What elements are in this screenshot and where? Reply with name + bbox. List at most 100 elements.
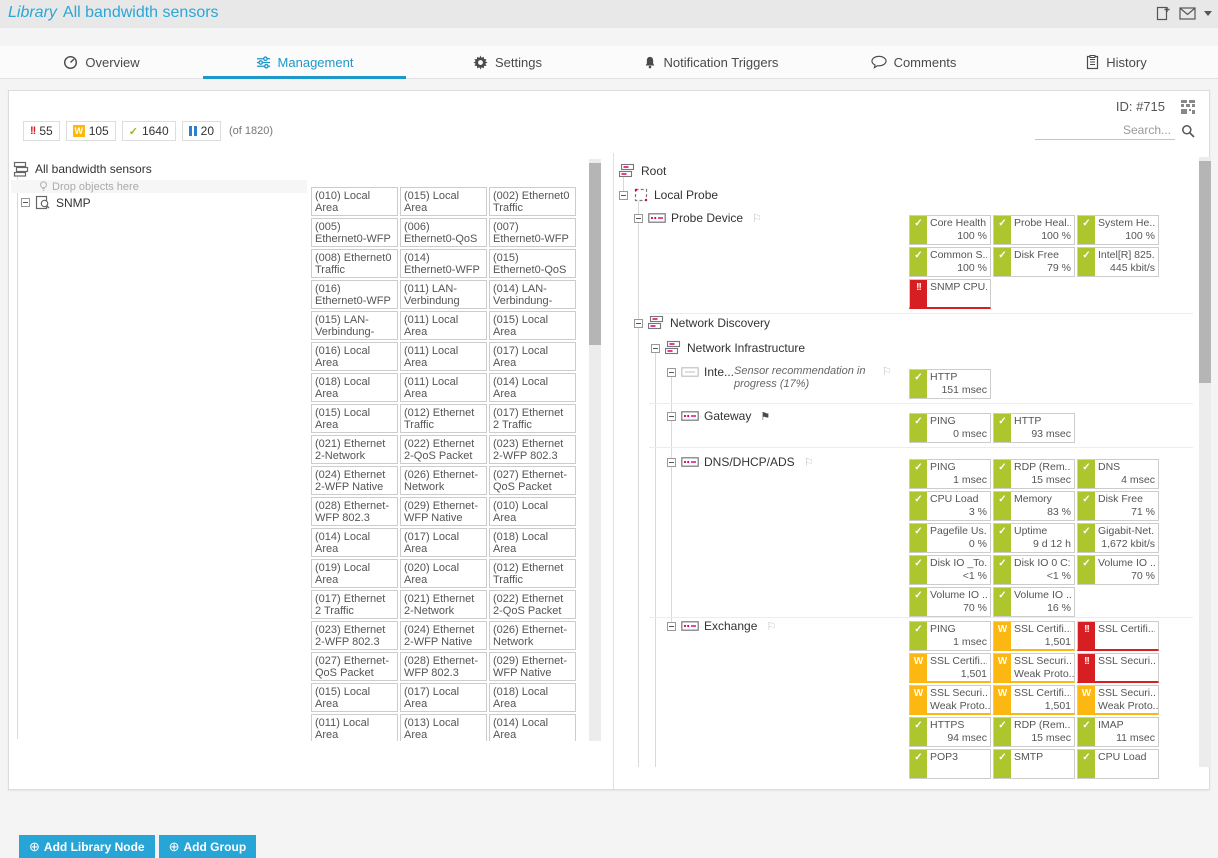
chevron-down-icon[interactable] [1204, 11, 1212, 16]
library-sensor-item[interactable]: (023) Ethernet 2-WFP 802.3 [489, 435, 576, 464]
library-sensor-item[interactable]: (011) Local Area [400, 311, 487, 340]
sensor-tile[interactable]: ✓RDP (Rem...15 msec [993, 717, 1075, 747]
library-node-snmp[interactable]: SNMP [21, 195, 91, 210]
library-sensor-item[interactable]: (018) Local Area [489, 528, 576, 557]
flag-icon[interactable]: ⚐ [882, 365, 892, 378]
library-sensor-item[interactable]: (011) LAN-Verbindung [400, 280, 487, 309]
left-scrollbar-thumb[interactable] [589, 163, 601, 345]
flag-icon[interactable]: ⚐ [766, 620, 776, 633]
sensor-tile[interactable]: WSSL Securi...Weak Proto... [993, 653, 1075, 683]
library-sensor-item[interactable]: (026) Ethernet-Network [400, 466, 487, 495]
left-scrollbar[interactable] [589, 159, 601, 741]
library-sensor-item[interactable]: (016) Ethernet0-WFP 802.3 [311, 280, 398, 309]
sensor-tile[interactable]: WSSL Certifi...1,501 [909, 653, 991, 683]
sensor-tile[interactable]: ✓Volume IO ...70 % [909, 587, 991, 617]
sensor-tile[interactable]: ✓SMTP [993, 749, 1075, 779]
library-sensor-item[interactable]: (011) Local Area [400, 373, 487, 402]
library-sensor-item[interactable]: (010) Local Area [311, 187, 398, 216]
tab-overview[interactable]: Overview [0, 46, 203, 78]
status-badge-warning[interactable]: W105 [66, 121, 116, 141]
library-sensor-item[interactable]: (024) Ethernet 2-WFP Native [400, 621, 487, 650]
add-library-node-button[interactable]: ⊕ Add Library Node [19, 835, 155, 858]
library-sensor-item[interactable]: (022) Ethernet 2-QoS Packet [489, 590, 576, 619]
collapse-toggle[interactable] [21, 198, 30, 207]
library-sensor-item[interactable]: (014) Local Area [489, 714, 576, 741]
library-sensor-item[interactable]: (027) Ethernet-QoS Packet [311, 652, 398, 681]
status-badge-error[interactable]: !!55 [23, 121, 60, 141]
sensor-tile[interactable]: ✓CPU Load3 % [909, 491, 991, 521]
library-sensor-item[interactable]: (007) Ethernet0-WFP 802.3 [489, 218, 576, 247]
search-input[interactable] [1035, 121, 1175, 140]
library-sensor-item[interactable]: (014) Ethernet0-WFP Native [400, 249, 487, 278]
library-sensor-item[interactable]: (006) Ethernet0-QoS Packet [400, 218, 487, 247]
sensor-tile[interactable]: !!SSL Securi... [1077, 653, 1159, 683]
library-sensor-item[interactable]: (014) Local Area [489, 373, 576, 402]
library-sensor-item[interactable]: (015) Local Area [400, 187, 487, 216]
sensor-tile[interactable]: ✓Probe Heal...100 % [993, 215, 1075, 245]
library-root-node[interactable]: All bandwidth sensors [13, 161, 152, 177]
sensor-tile[interactable]: !!SSL Certifi... [1077, 621, 1159, 651]
sensor-tile[interactable]: WSSL Certifi...1,501 [993, 621, 1075, 651]
library-sensor-item[interactable]: (015) LAN-Verbindung- [311, 311, 398, 340]
library-sensor-item[interactable]: (011) Local Area [311, 714, 398, 741]
sensor-tile[interactable]: ✓Disk Free71 % [1077, 491, 1159, 521]
new-object-icon[interactable] [1156, 5, 1171, 21]
device-tree-node-inte-[interactable]: Inte... [667, 365, 734, 379]
library-sensor-item[interactable]: (008) Ethernet0 Traffic [311, 249, 398, 278]
collapse-toggle[interactable] [667, 368, 676, 377]
sensor-tile[interactable]: ✓PING0 msec [909, 413, 991, 443]
flag-icon[interactable]: ⚐ [804, 456, 814, 469]
library-sensor-item[interactable]: (024) Ethernet 2-WFP Native [311, 466, 398, 495]
sensor-tile[interactable]: ✓POP3 [909, 749, 991, 779]
library-sensor-item[interactable]: (015) Local Area [311, 404, 398, 433]
sensor-tile[interactable]: WSSL Securi...Weak Proto... [1077, 685, 1159, 715]
library-sensor-item[interactable]: (015) Local Area [489, 311, 576, 340]
library-sensor-item[interactable]: (011) Local Area [400, 342, 487, 371]
library-sensor-item[interactable]: (021) Ethernet 2-Network [311, 435, 398, 464]
qr-code-icon[interactable] [1181, 100, 1195, 114]
sensor-tile[interactable]: ✓DNS4 msec [1077, 459, 1159, 489]
sensor-tile[interactable]: WSSL Securi...Weak Proto... [909, 685, 991, 715]
sensor-tile[interactable]: ✓Pagefile Us...0 % [909, 523, 991, 553]
library-sensor-item[interactable]: (014) Local Area [311, 528, 398, 557]
sensor-tile[interactable]: ✓Core Health100 % [909, 215, 991, 245]
library-sensor-item[interactable]: (020) Local Area [400, 559, 487, 588]
sensor-tile[interactable]: ✓PING1 msec [909, 459, 991, 489]
library-sensor-item[interactable]: (016) Local Area [311, 342, 398, 371]
library-sensor-item[interactable]: (022) Ethernet 2-QoS Packet [400, 435, 487, 464]
library-sensor-item[interactable]: (005) Ethernet0-WFP Native [311, 218, 398, 247]
library-sensor-item[interactable]: (028) Ethernet-WFP 802.3 [400, 652, 487, 681]
device-tree-node-gateway[interactable]: Gateway⚑ [667, 409, 770, 423]
sensor-tile[interactable]: ✓Disk Free79 % [993, 247, 1075, 277]
library-sensor-item[interactable]: (014) LAN-Verbindung-QoS [489, 280, 576, 309]
sensor-tile[interactable]: ✓IMAP11 msec [1077, 717, 1159, 747]
library-sensor-item[interactable]: (002) Ethernet0 Traffic [489, 187, 576, 216]
library-sensor-item[interactable]: (017) Local Area [489, 342, 576, 371]
flag-icon[interactable]: ⚐ [752, 212, 762, 225]
sensor-tile[interactable]: ✓Volume IO ...70 % [1077, 555, 1159, 585]
sensor-tile[interactable]: ✓Intel[R] 825...445 kbit/s [1077, 247, 1159, 277]
tab-management[interactable]: Management [203, 46, 406, 78]
collapse-toggle[interactable] [634, 214, 643, 223]
sensor-tile[interactable]: ✓CPU Load [1077, 749, 1159, 779]
collapse-toggle[interactable] [651, 344, 660, 353]
library-sensor-item[interactable]: (029) Ethernet-WFP Native [489, 652, 576, 681]
sensor-tile[interactable]: !!SNMP CPU... [909, 279, 991, 309]
device-tree-node-local-probe[interactable]: Local Probe [619, 187, 718, 203]
device-tree-node-dns-dhcp-ads[interactable]: DNS/DHCP/ADS⚐ [667, 455, 814, 469]
right-scrollbar-thumb[interactable] [1199, 161, 1211, 383]
library-sensor-item[interactable]: (012) Ethernet Traffic [489, 559, 576, 588]
tab-notification-triggers[interactable]: Notification Triggers [609, 46, 812, 78]
tab-comments[interactable]: Comments [812, 46, 1015, 78]
library-sensor-item[interactable]: (017) Local Area [400, 528, 487, 557]
library-sensor-item[interactable]: (019) Local Area [311, 559, 398, 588]
sensor-tile[interactable]: ✓Gigabit-Net...1,672 kbit/s [1077, 523, 1159, 553]
sensor-tile[interactable]: ✓RDP (Rem...15 msec [993, 459, 1075, 489]
library-sensor-item[interactable]: (017) Ethernet 2 Traffic [311, 590, 398, 619]
tab-history[interactable]: History [1015, 46, 1218, 78]
drop-target[interactable]: Drop objects here [11, 180, 307, 193]
library-sensor-item[interactable]: (018) Local Area [311, 373, 398, 402]
library-sensor-item[interactable]: (010) Local Area [489, 497, 576, 526]
sensor-tile[interactable]: ✓Common S...100 % [909, 247, 991, 277]
library-sensor-item[interactable]: (027) Ethernet-QoS Packet [489, 466, 576, 495]
